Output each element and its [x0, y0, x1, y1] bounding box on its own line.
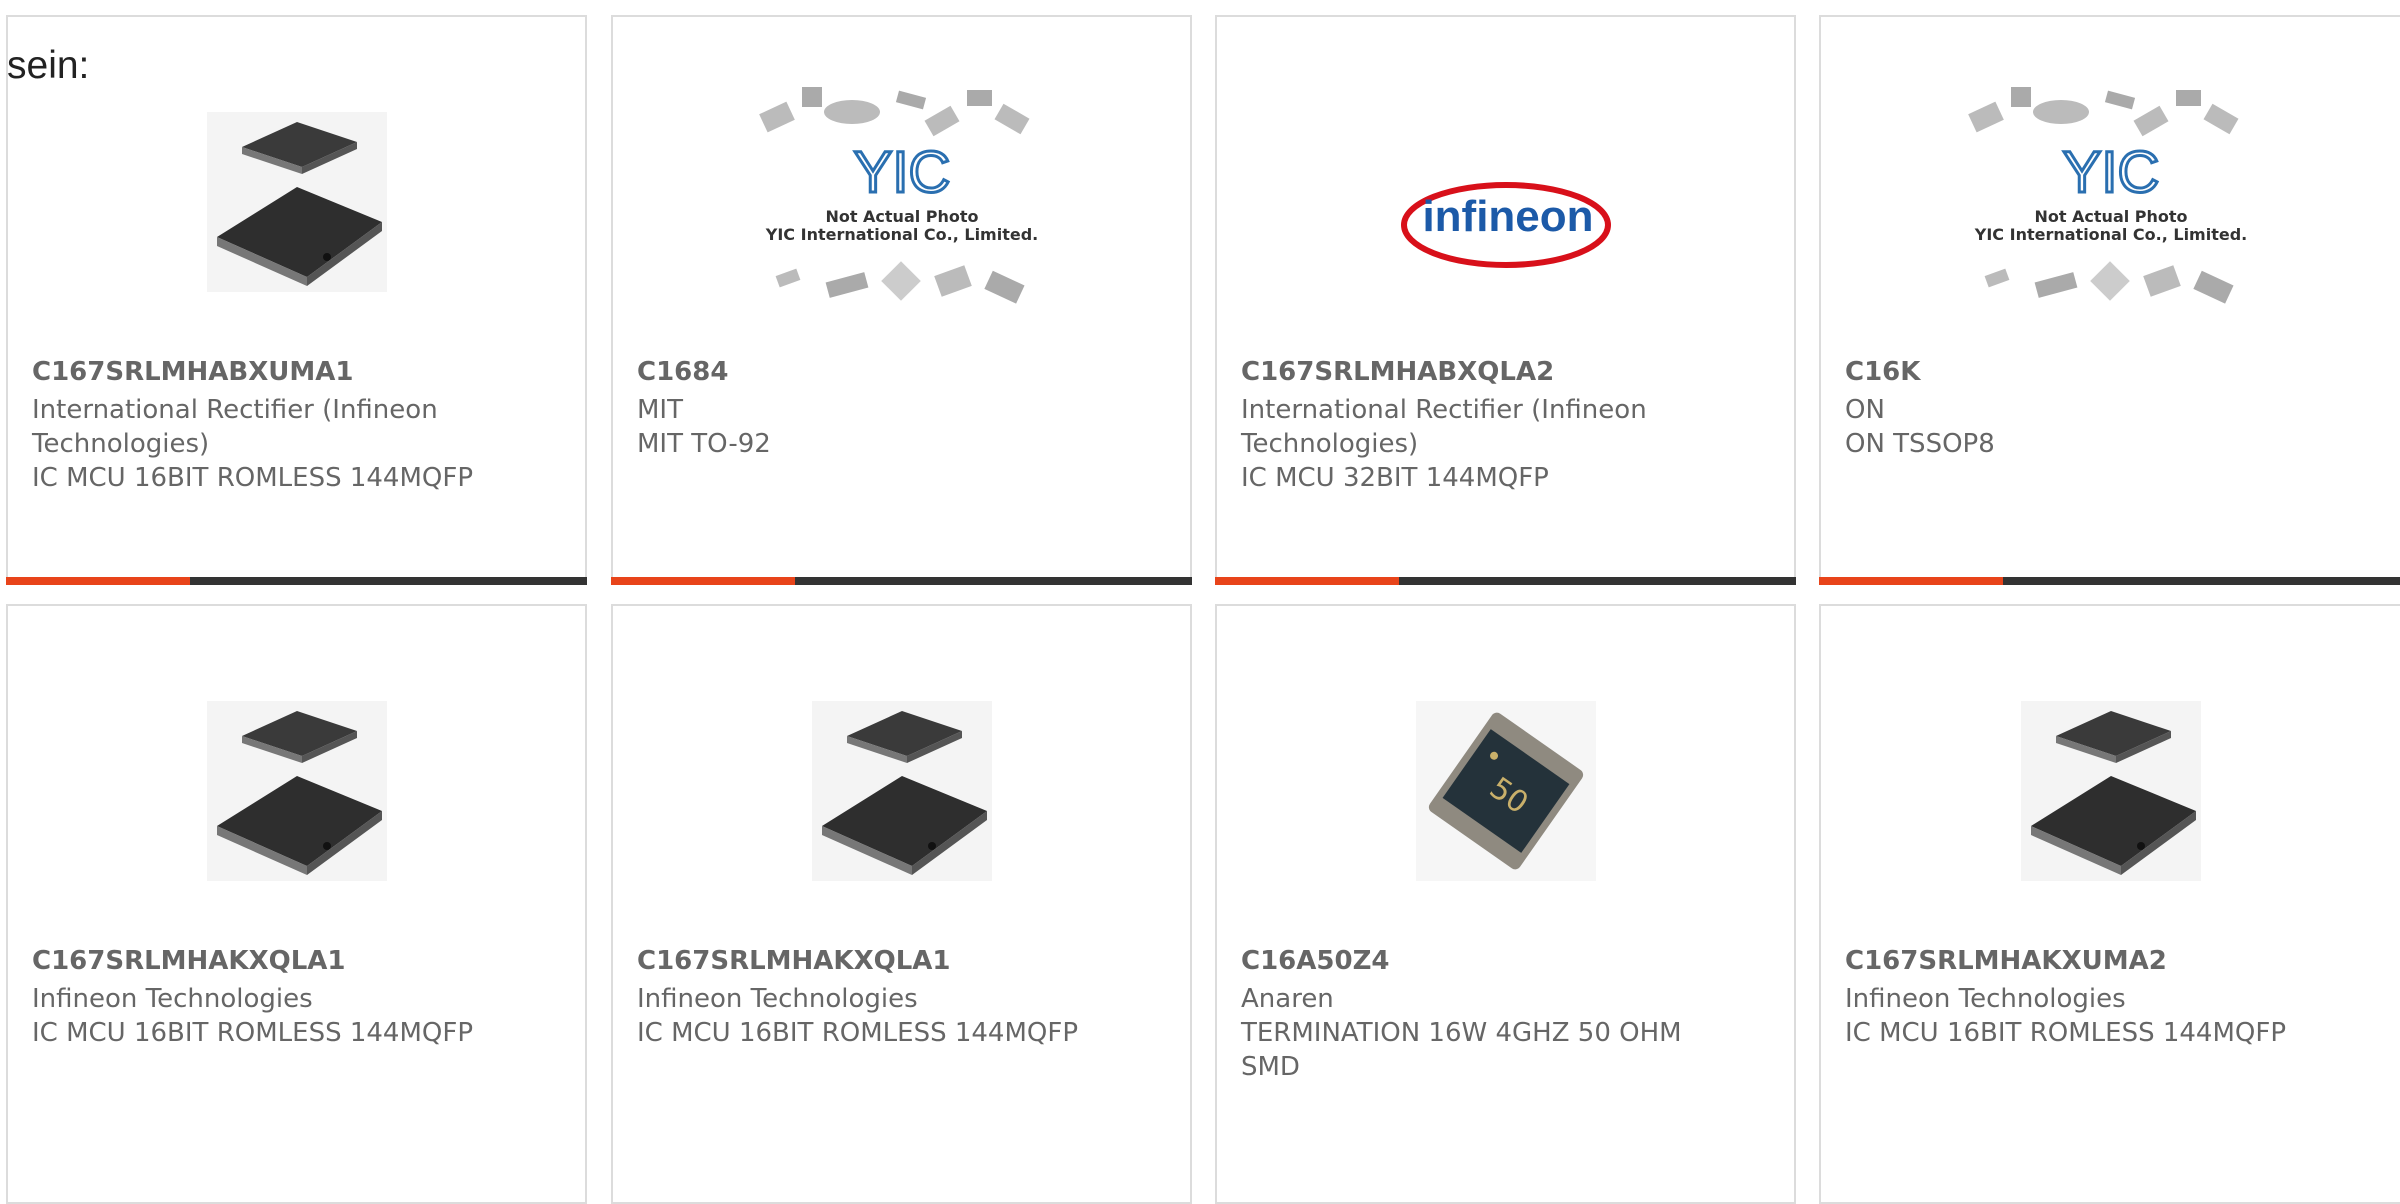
card-bar-accent: [1215, 577, 1399, 585]
product-card[interactable]: C167SRLMHAKXQLA1 Infineon Technologies I…: [611, 604, 1192, 1204]
yic-logo: YIC: [853, 140, 950, 205]
placeholder-line-1: Not Actual Photo: [825, 207, 978, 226]
manufacturer: Infineon Technologies: [1845, 984, 2126, 1014]
lead-text: sein:: [7, 44, 90, 87]
description: IC MCU 16BIT ROMLESS 144MQFP: [32, 1018, 474, 1048]
description: ON TSSOP8: [1845, 429, 1995, 459]
part-number[interactable]: C167SRLMHAKXQLA1: [637, 946, 951, 976]
description: TERMINATION 16W 4GHZ 50 OHM SMD: [1241, 1018, 1682, 1082]
description: IC MCU 16BIT ROMLESS 144MQFP: [637, 1018, 1079, 1048]
product-card[interactable]: infineon C167SRLMHABXQLA2 International …: [1215, 15, 1796, 585]
infineon-logo-text: infineon: [1422, 192, 1593, 241]
qfp-chip-icon: [167, 686, 427, 896]
part-number[interactable]: C16K: [1845, 357, 1920, 387]
part-number[interactable]: C167SRLMHAKXQLA1: [32, 946, 346, 976]
manufacturer: Infineon Technologies: [32, 984, 313, 1014]
placeholder-line-2: YIC International Co., Limited.: [764, 225, 1037, 244]
placeholder-line-1: Not Actual Photo: [2034, 207, 2187, 226]
description: IC MCU 32BIT 144MQFP: [1241, 463, 1549, 493]
yic-placeholder-image: YIC Not Actual Photo YIC International C…: [1966, 87, 2256, 307]
product-card[interactable]: 50 C16A50Z4 Anaren TERMINATION 16W 4GHZ …: [1215, 604, 1796, 1204]
qfp-chip-icon: [772, 686, 1032, 896]
product-card[interactable]: C167SRLMHABXUMA1 International Rectifier…: [6, 15, 587, 585]
card-bar-accent: [1819, 577, 2003, 585]
description: MIT TO-92: [637, 429, 771, 459]
manufacturer: International Rectifier (Infineon Techno…: [32, 395, 438, 459]
part-number[interactable]: C167SRLMHABXUMA1: [32, 357, 353, 387]
part-number[interactable]: C1684: [637, 357, 728, 387]
card-bar: [1819, 577, 2400, 585]
qfp-chip-icon: [1981, 686, 2241, 896]
card-bar-accent: [6, 577, 190, 585]
card-bar: [6, 577, 587, 585]
product-card[interactable]: YIC Not Actual Photo YIC International C…: [1819, 15, 2400, 585]
product-card[interactable]: YIC Not Actual Photo YIC International C…: [611, 15, 1192, 585]
part-number[interactable]: C167SRLMHABXQLA2: [1241, 357, 1554, 387]
product-card[interactable]: C167SRLMHAKXUMA2 Infineon Technologies I…: [1819, 604, 2400, 1204]
card-bar: [1215, 577, 1796, 585]
manufacturer: Anaren: [1241, 984, 1334, 1014]
part-number[interactable]: C16A50Z4: [1241, 946, 1390, 976]
manufacturer: Infineon Technologies: [637, 984, 918, 1014]
manufacturer: MIT: [637, 395, 683, 425]
placeholder-line-2: YIC International Co., Limited.: [1973, 225, 2246, 244]
manufacturer: International Rectifier (Infineon Techno…: [1241, 395, 1647, 459]
yic-logo: YIC: [2062, 140, 2159, 205]
termination-chip-icon: 50: [1376, 686, 1636, 896]
manufacturer: ON: [1845, 395, 1885, 425]
card-bar-accent: [611, 577, 795, 585]
infineon-logo: infineon: [1376, 117, 1636, 327]
product-grid: C167SRLMHABXUMA1 International Rectifier…: [0, 0, 2400, 1204]
description: IC MCU 16BIT ROMLESS 144MQFP: [1845, 1018, 2287, 1048]
yic-placeholder-image: YIC Not Actual Photo YIC International C…: [757, 87, 1047, 307]
description: IC MCU 16BIT ROMLESS 144MQFP: [32, 463, 474, 493]
part-number[interactable]: C167SRLMHAKXUMA2: [1845, 946, 2167, 976]
product-card[interactable]: C167SRLMHAKXQLA1 Infineon Technologies I…: [6, 604, 587, 1204]
card-bar: [611, 577, 1192, 585]
qfp-chip-icon: [167, 97, 427, 307]
